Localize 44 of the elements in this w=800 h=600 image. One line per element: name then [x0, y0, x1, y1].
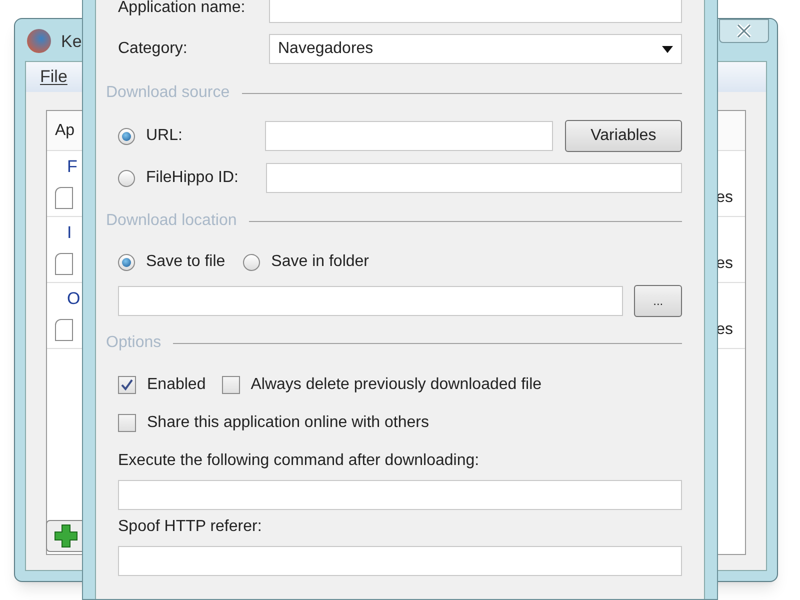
browse-button[interactable]: ...: [634, 285, 682, 317]
radio-button[interactable]: [118, 254, 135, 270]
text-field[interactable]: [264, 121, 553, 151]
category-dropdown[interactable]: Navegadores: [269, 34, 682, 64]
radio-button[interactable]: [243, 254, 260, 270]
field-label: Category:: [118, 39, 188, 59]
variables-button[interactable]: Variables: [564, 120, 682, 152]
document-icon: [55, 318, 73, 340]
field-label: Execute the following command after downloading:: [118, 451, 480, 471]
checkbox[interactable]: [118, 376, 136, 394]
checkbox-label: Share this application online with others: [147, 413, 429, 433]
checkbox[interactable]: [118, 414, 136, 432]
field-label: Spoof HTTP referer:: [118, 517, 262, 537]
checkbox[interactable]: [222, 376, 240, 394]
field-label: Application name:: [118, 0, 246, 18]
text-field[interactable]: [118, 546, 682, 576]
close-button[interactable]: [719, 19, 769, 43]
close-icon: [734, 23, 754, 39]
text-field[interactable]: [118, 480, 682, 510]
radio-label: Save to file: [146, 252, 226, 272]
section-title: Download source: [106, 83, 230, 103]
radio-label: Save in folder: [271, 252, 369, 272]
radio-button[interactable]: [118, 170, 135, 186]
text-field[interactable]: [266, 163, 682, 193]
app-logo-icon: [27, 29, 51, 53]
group-header[interactable]: F: [67, 154, 78, 179]
section-title: Download location: [106, 211, 237, 231]
document-icon: [55, 186, 73, 208]
checkbox-label: Always delete previously downloaded file: [250, 375, 542, 395]
menu-item[interactable]: File: [40, 64, 68, 90]
group-header[interactable]: I: [67, 220, 72, 245]
radio-label: URL:: [146, 126, 182, 146]
window-title: Ke: [61, 31, 82, 53]
checkbox-label: Enabled: [147, 375, 206, 395]
section-title: Options: [106, 333, 162, 353]
radio-label: FileHippo ID:: [146, 168, 238, 188]
document-icon: [55, 252, 73, 274]
column-header[interactable]: Ap: [55, 118, 75, 142]
plus-icon: [54, 524, 78, 548]
dropdown-arrow-icon: [662, 46, 673, 52]
text-field[interactable]: [269, 0, 682, 23]
radio-button[interactable]: [118, 128, 135, 144]
group-header[interactable]: O: [67, 286, 80, 311]
text-field[interactable]: [118, 286, 624, 316]
